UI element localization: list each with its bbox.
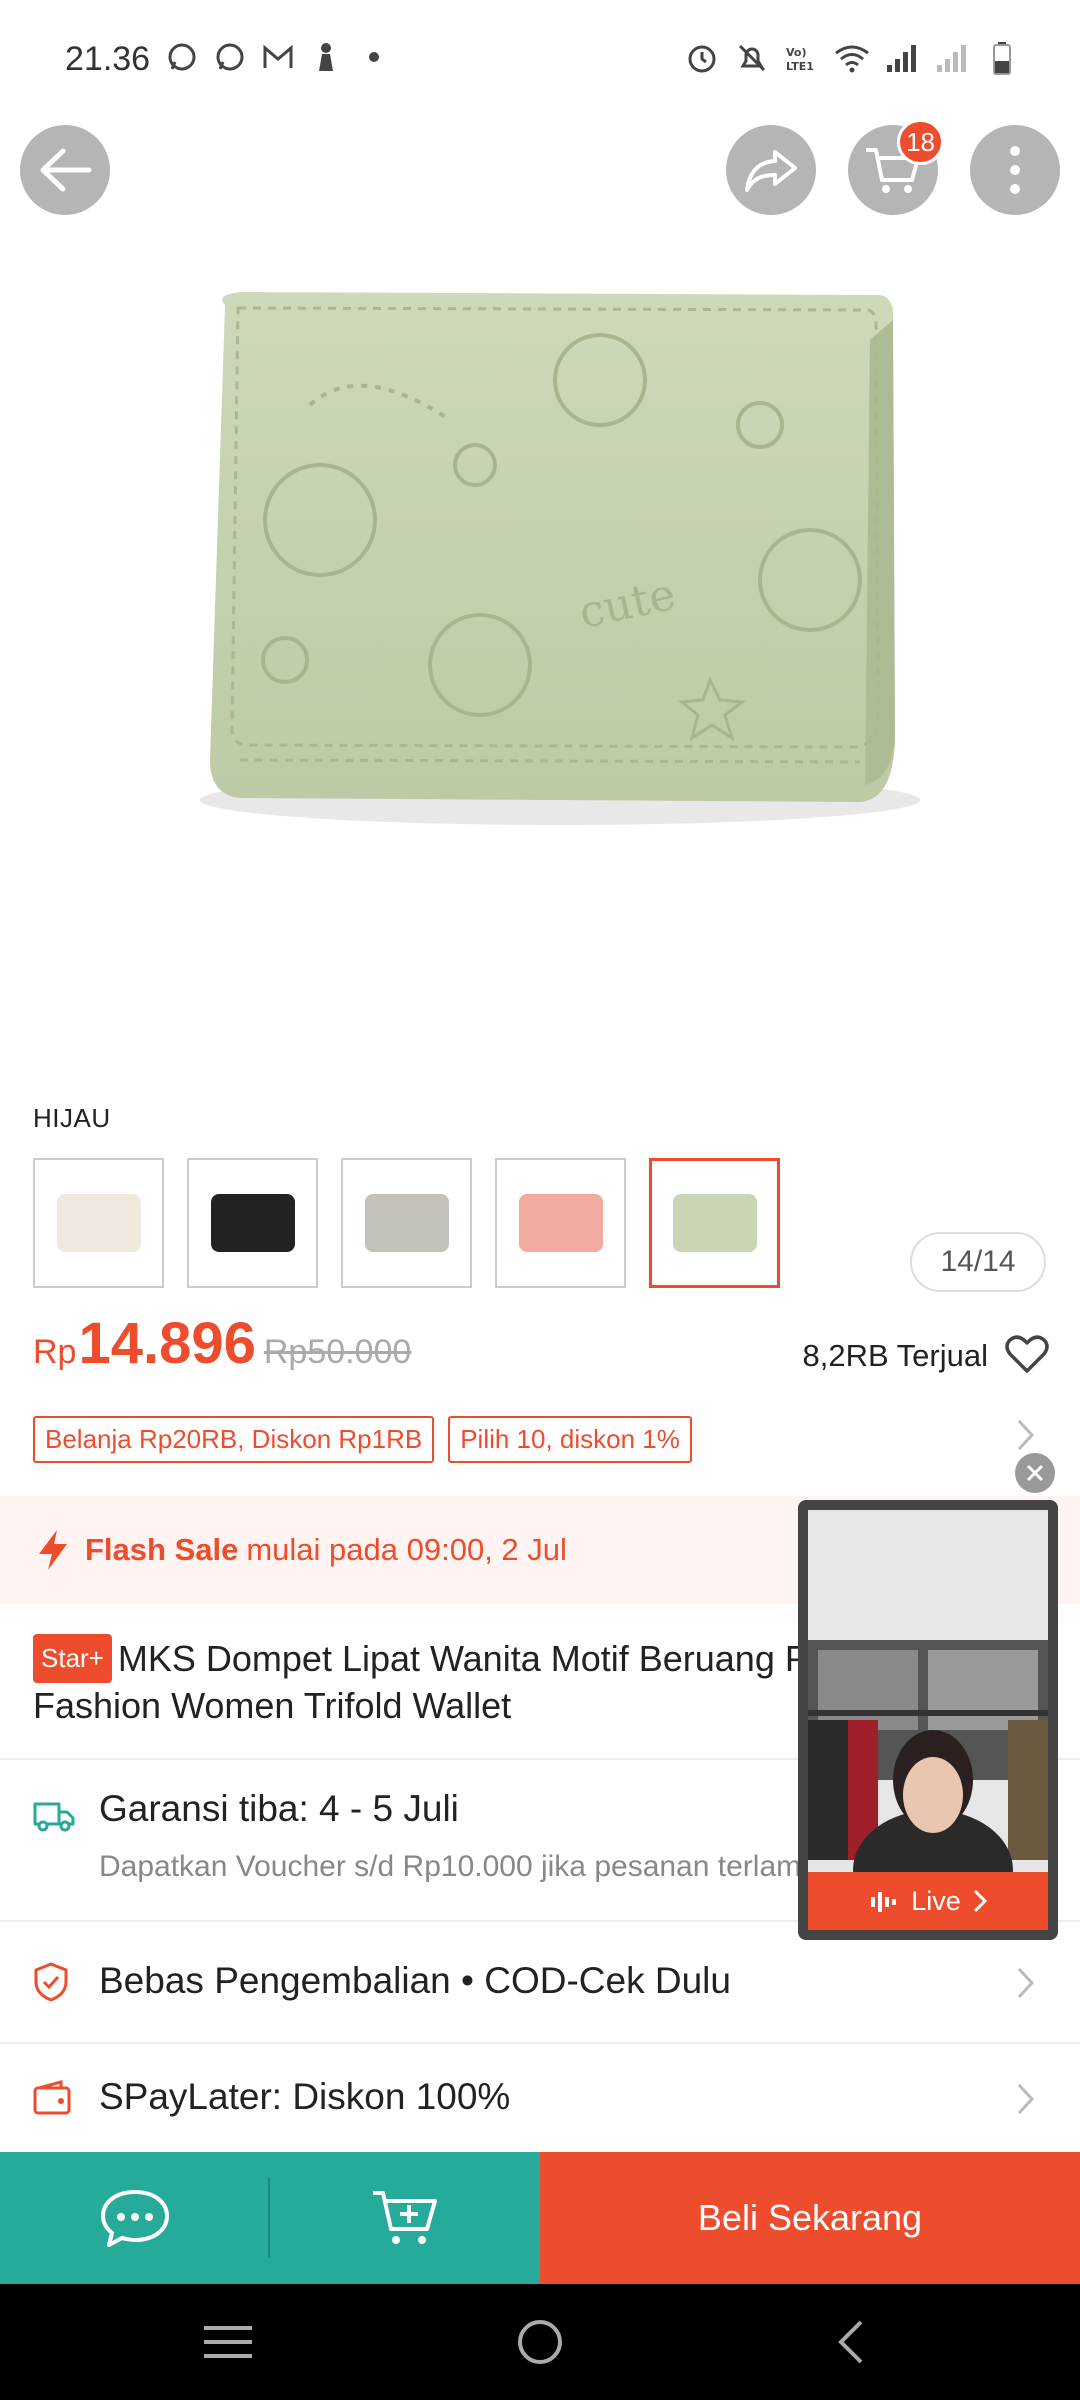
variant-thumb-1[interactable] xyxy=(33,1158,164,1288)
star-plus-badge: Star+ xyxy=(33,1634,112,1683)
share-button[interactable] xyxy=(726,125,816,215)
dot-icon xyxy=(357,40,391,74)
lightning-icon xyxy=(39,1530,67,1570)
returns-row[interactable]: Bebas Pengembalian • COD-Cek Dulu xyxy=(0,1922,1080,2042)
volte-icon: Vo) LTE1 xyxy=(784,40,820,76)
variant-thumb-2[interactable] xyxy=(187,1158,318,1288)
status-left-icons xyxy=(165,40,391,74)
bottom-separator xyxy=(268,2178,270,2258)
chevron-right-icon xyxy=(1017,1967,1035,1999)
more-vertical-icon xyxy=(1010,146,1020,194)
battery-icon xyxy=(984,40,1020,76)
variant-thumb-5-selected[interactable] xyxy=(649,1158,780,1288)
favorite-button[interactable] xyxy=(1005,1334,1049,1376)
svg-text:Vo): Vo) xyxy=(786,46,807,59)
cart-button[interactable]: 18 xyxy=(848,119,944,215)
shipping-subtitle: Dapatkan Voucher s/d Rp10.000 jika pesan… xyxy=(99,1850,852,1883)
price-currency: Rp xyxy=(33,1333,77,1371)
status-time: 21.36 xyxy=(65,40,151,78)
whatsapp-icon xyxy=(165,40,199,74)
heart-icon xyxy=(1005,1335,1049,1373)
back-button[interactable] xyxy=(20,125,110,215)
add-to-cart-button[interactable] xyxy=(270,2152,540,2284)
chevron-right-icon xyxy=(973,1889,987,1913)
home-button[interactable] xyxy=(510,2312,570,2372)
share-icon xyxy=(745,150,797,192)
menu-icon xyxy=(204,2326,252,2358)
variant-label: HIJAU xyxy=(33,1103,111,1133)
price-row: Rp 14.896 Rp50.000 xyxy=(33,1310,411,1377)
system-nav-bar xyxy=(0,2284,1080,2400)
system-back-button[interactable] xyxy=(820,2312,880,2372)
sold-count: 8,2RB Terjual xyxy=(802,1338,988,1373)
paylater-row[interactable]: SPayLater: Diskon 100% xyxy=(0,2044,1080,2152)
status-bar: 21.36 Vo) LTE1 xyxy=(0,0,1080,120)
paylater-text: SPayLater: Diskon 100% xyxy=(99,2076,511,2117)
variant-swatch xyxy=(56,1194,141,1252)
wifi-icon xyxy=(834,40,870,76)
live-video xyxy=(808,1510,1048,1884)
whatsapp-business-icon xyxy=(213,40,247,74)
live-label: Live xyxy=(911,1885,961,1916)
variant-swatch xyxy=(364,1194,449,1252)
live-stream-preview[interactable]: Live xyxy=(798,1500,1058,1940)
flash-sale-title: Flash Sale xyxy=(85,1532,239,1567)
variant-swatch xyxy=(672,1194,757,1252)
variant-swatch xyxy=(210,1194,295,1252)
wallet-image: cute xyxy=(200,292,920,825)
price-original: Rp50.000 xyxy=(263,1333,412,1371)
paylater-wallet-icon xyxy=(33,2080,71,2115)
voucher-tag[interactable]: Pilih 10, diskon 1% xyxy=(448,1416,692,1463)
variant-thumb-4[interactable] xyxy=(495,1158,626,1288)
buy-now-button[interactable]: Beli Sekarang xyxy=(540,2152,1080,2284)
recent-apps-button[interactable] xyxy=(198,2312,258,2372)
chat-icon xyxy=(101,2190,169,2247)
voucher-tags[interactable]: Belanja Rp20RB, Diskon Rp1RB Pilih 10, d… xyxy=(33,1416,692,1463)
chevron-left-icon xyxy=(838,2320,863,2364)
live-audio-icon xyxy=(871,1892,897,1912)
image-counter: 14/14 xyxy=(910,1232,1046,1292)
cart-count-badge: 18 xyxy=(897,119,944,165)
chat-button[interactable] xyxy=(0,2152,270,2284)
chevron-right-icon xyxy=(1017,2083,1035,2115)
product-image[interactable]: cute 14/14 xyxy=(0,240,1080,1292)
home-circle-icon xyxy=(518,2320,562,2364)
truck-icon xyxy=(33,1802,75,1832)
signal-icon xyxy=(884,40,920,76)
close-icon xyxy=(1026,1464,1044,1482)
variant-swatch xyxy=(518,1194,603,1252)
status-right-icons: Vo) LTE1 xyxy=(684,40,1020,76)
voucher-tag[interactable]: Belanja Rp20RB, Diskon Rp1RB xyxy=(33,1416,435,1463)
shield-check-icon xyxy=(34,1962,68,2002)
live-video-frame xyxy=(808,1510,1048,1884)
shipping-title: Garansi tiba: 4 - 5 Juli xyxy=(99,1788,459,1829)
add-to-cart-icon xyxy=(373,2191,437,2244)
arrow-left-icon xyxy=(40,148,92,192)
svg-text:LTE1: LTE1 xyxy=(786,60,814,73)
live-close-button[interactable] xyxy=(1015,1453,1055,1493)
alarm-icon xyxy=(684,40,720,76)
returns-text: Bebas Pengembalian • COD-Cek Dulu xyxy=(99,1960,731,2001)
signal-weak-icon xyxy=(934,40,970,76)
variant-thumb-3[interactable] xyxy=(341,1158,472,1288)
variant-thumbnails xyxy=(33,1158,780,1288)
voucher-chevron-icon[interactable] xyxy=(1016,1418,1036,1457)
notification-icon xyxy=(309,40,343,74)
gmail-icon xyxy=(261,40,295,74)
bottom-action-bar: Beli Sekarang xyxy=(0,2152,1080,2284)
more-options-button[interactable] xyxy=(970,125,1060,215)
flash-sale-text: mulai pada 09:00, 2 Jul xyxy=(246,1532,567,1567)
mute-icon xyxy=(734,40,770,76)
live-button[interactable]: Live xyxy=(808,1872,1048,1930)
price-value: 14.896 xyxy=(78,1311,256,1376)
